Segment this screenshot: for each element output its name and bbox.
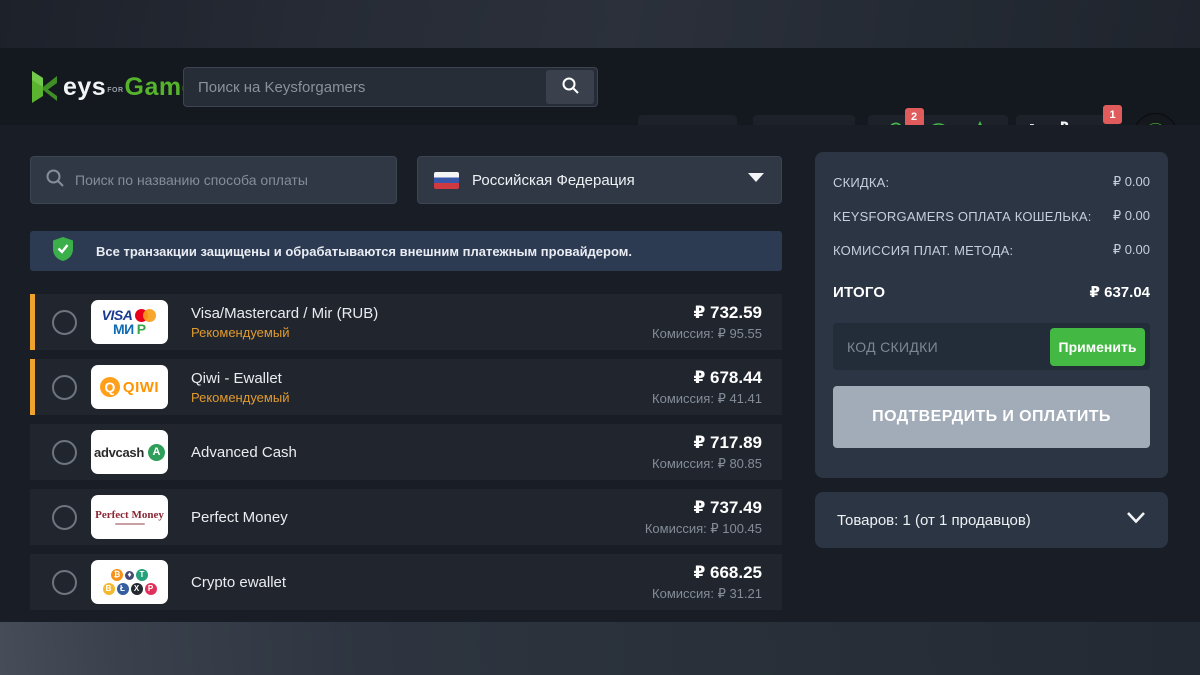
payment-method-row-visa-mir[interactable]: VISA МИР Visa/Mastercard / Mir (RUB) Рек… (30, 294, 782, 350)
payment-method-name: Crypto ewallet (191, 574, 652, 591)
russia-flag-icon (434, 172, 459, 189)
recommended-label: Рекомендуемый (191, 325, 652, 340)
shield-check-icon (52, 236, 74, 267)
search-icon (561, 76, 580, 98)
crypto-ewallet-logo: ₿ ♦ T B Ł X P (91, 560, 168, 604)
items-count-label: Товаров: 1 (от 1 продавцов) (837, 512, 1031, 529)
payment-commission: Комиссия: ₽ 100.45 (645, 521, 762, 537)
payment-method-row-advcash[interactable]: advcash A Advanced Cash ₽ 717.89 Комисси… (30, 424, 782, 480)
qiwi-logo: Q QIWI (91, 365, 168, 409)
payment-method-row-perfect-money[interactable]: Perfect Money Perfect Money ₽ 737.49 Ком… (30, 489, 782, 545)
checkout-content: Российская Федерация Все транзакции защи… (0, 125, 1200, 622)
payment-method-row-crypto[interactable]: ₿ ♦ T B Ł X P Crypto ewallet ₽ 668.25 Ко… (30, 554, 782, 610)
notifications-badge: 2 (905, 108, 924, 127)
radio-button[interactable] (52, 505, 77, 530)
ethereum-icon: ♦ (125, 571, 134, 580)
mastercard-icon (135, 309, 157, 322)
payment-method-name: Perfect Money (191, 509, 645, 526)
search-icon (45, 168, 65, 193)
total-value: ₽ 637.04 (1090, 283, 1150, 301)
site-header: eys FOR Gamers RU ₽ RUB (0, 48, 1200, 125)
perfect-money-logo: Perfect Money (91, 495, 168, 539)
radio-button[interactable] (52, 570, 77, 595)
perfect-money-tagline (115, 523, 145, 525)
confirm-pay-button[interactable]: ПОДТВЕРДИТЬ И ОПЛАТИТЬ (833, 386, 1150, 448)
summary-row-wallet: KEYSFORGAMERS ОПЛАТА КОШЕЛЬКА: ₽ 0.00 (833, 199, 1150, 233)
logo-text-keys: eys (63, 73, 106, 102)
payment-price: ₽ 737.49 (645, 498, 762, 518)
summary-label: KEYSFORGAMERS ОПЛАТА КОШЕЛЬКА: (833, 209, 1092, 224)
qiwi-q-icon: Q (100, 377, 120, 397)
items-summary-panel[interactable]: Товаров: 1 (от 1 продавцов) (815, 492, 1168, 548)
payment-commission: Комиссия: ₽ 41.41 (652, 391, 762, 407)
country-selector[interactable]: Российская Федерация (417, 156, 782, 204)
background-bottom (0, 622, 1200, 675)
security-notice-text: Все транзакции защищены и обрабатываются… (96, 244, 632, 259)
header-search-input[interactable] (184, 68, 546, 106)
payment-commission: Комиссия: ₽ 31.21 (652, 586, 762, 602)
background-top (0, 0, 1200, 48)
perfect-money-logo-text: Perfect Money (95, 509, 164, 521)
payment-method-search-input[interactable] (75, 172, 382, 188)
payment-price: ₽ 717.89 (652, 433, 762, 453)
polkadot-icon: P (145, 583, 157, 595)
summary-row-discount: СКИДКА: ₽ 0.00 (833, 165, 1150, 199)
summary-value: ₽ 0.00 (1113, 208, 1150, 224)
payment-price: ₽ 678.44 (652, 368, 762, 388)
payment-price: ₽ 732.59 (652, 303, 762, 323)
visa-mir-logo: VISA МИР (91, 300, 168, 344)
radio-button[interactable] (52, 375, 77, 400)
checkout-page: eys FOR Gamers RU ₽ RUB (0, 0, 1200, 675)
payment-price: ₽ 668.25 (652, 563, 762, 583)
binance-coin-icon: B (103, 583, 115, 595)
mir-logo-text: МИ (113, 322, 134, 336)
summary-value: ₽ 0.00 (1113, 242, 1150, 258)
bitcoin-icon: ₿ (111, 569, 123, 581)
summary-label: КОМИССИЯ ПЛАТ. МЕТОДА: (833, 243, 1013, 258)
total-label: ИТОГО (833, 284, 885, 301)
logo-k-icon (30, 70, 60, 104)
litecoin-icon: Ł (117, 583, 129, 595)
radio-button[interactable] (52, 440, 77, 465)
cart-badge: 1 (1103, 105, 1122, 124)
payment-method-name: Qiwi - Ewallet (191, 370, 652, 387)
security-notice: Все транзакции защищены и обрабатываются… (30, 231, 782, 271)
payment-method-row-qiwi[interactable]: Q QIWI Qiwi - Ewallet Рекомендуемый ₽ 67… (30, 359, 782, 415)
radio-button[interactable] (52, 310, 77, 335)
summary-label: СКИДКА: (833, 175, 889, 190)
payment-commission: Комиссия: ₽ 95.55 (652, 326, 762, 342)
header-search (183, 67, 598, 107)
summary-row-total: ИТОГО ₽ 637.04 (833, 273, 1150, 311)
advcash-logo: advcash A (91, 430, 168, 474)
promo-code-field: Применить (833, 323, 1150, 370)
chevron-down-icon (1126, 511, 1146, 529)
summary-row-commission: КОМИССИЯ ПЛАТ. МЕТОДА: ₽ 0.00 (833, 233, 1150, 267)
payment-method-name: Advanced Cash (191, 444, 652, 461)
visa-logo-text: VISA (102, 308, 133, 322)
payment-commission: Комиссия: ₽ 80.85 (652, 456, 762, 472)
country-name: Российская Федерация (472, 172, 747, 189)
apply-promo-button[interactable]: Применить (1050, 328, 1145, 366)
logo-text-for: FOR (107, 87, 123, 94)
qiwi-logo-text: QIWI (123, 380, 159, 395)
recommended-label: Рекомендуемый (191, 390, 652, 405)
header-search-button[interactable] (546, 70, 594, 104)
chevron-down-icon (747, 171, 765, 189)
order-summary-panel: СКИДКА: ₽ 0.00 KEYSFORGAMERS ОПЛАТА КОШЕ… (815, 152, 1168, 478)
payment-method-search (30, 156, 397, 204)
mir-logo-arrow: Р (137, 322, 146, 336)
tether-icon: T (136, 569, 148, 581)
summary-value: ₽ 0.00 (1113, 174, 1150, 190)
payment-method-name: Visa/Mastercard / Mir (RUB) (191, 305, 652, 322)
advcash-logo-text: advcash (94, 446, 144, 459)
advcash-a-icon: A (148, 444, 165, 461)
promo-code-input[interactable] (847, 339, 1050, 355)
xrp-icon: X (131, 583, 143, 595)
